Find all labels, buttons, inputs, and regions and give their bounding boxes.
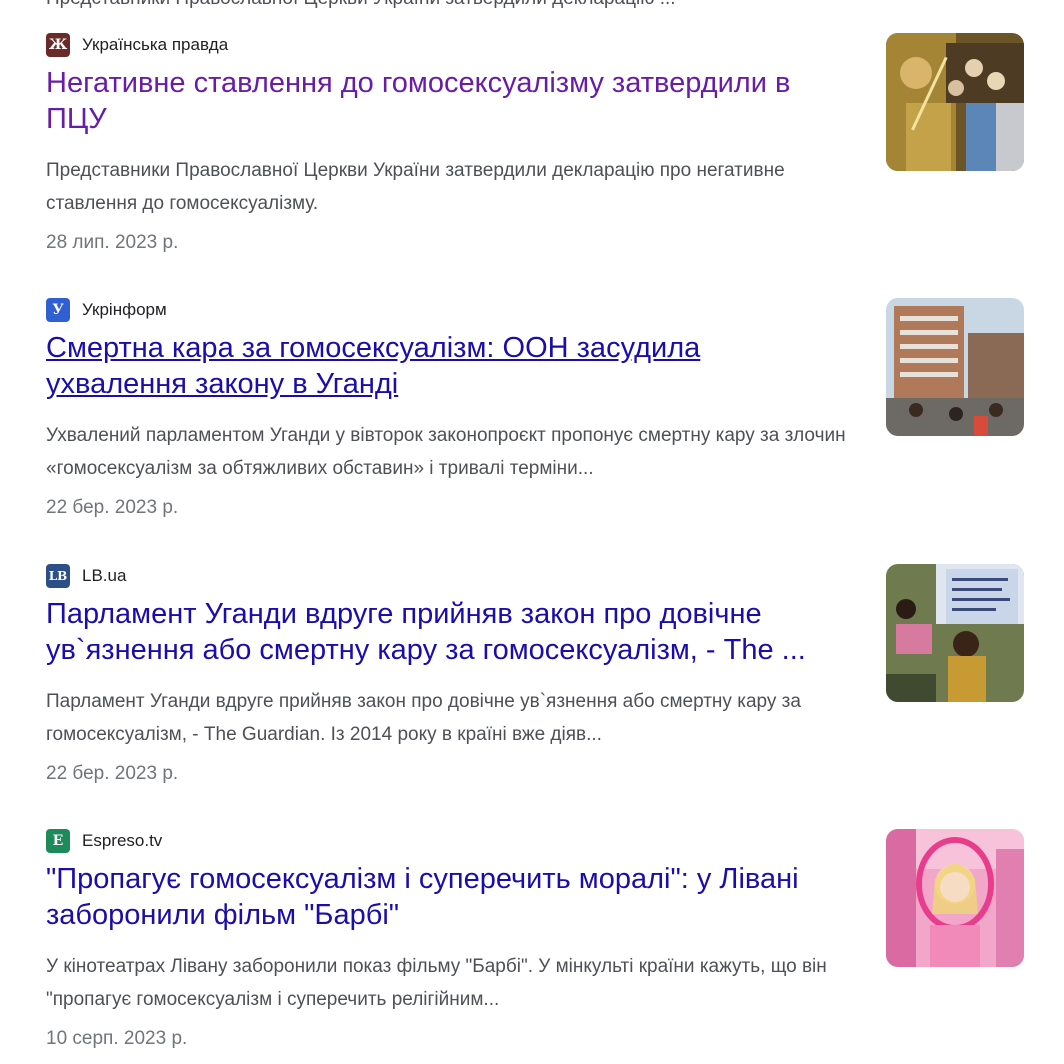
result-thumbnail[interactable] [886,33,1024,171]
result-date: 10 серп. 2023 р. [46,1028,188,1049]
source-name: Espreso.tv [82,831,163,850]
ukrinform-icon: У [46,298,70,322]
espreso-tv-icon: E [46,829,70,853]
result-snippet: Ухвалений парламентом Уганди у вівторок … [46,425,846,479]
search-result: LB LB.ua Парламент Уганди вдруге прийняв… [0,564,1064,794]
result-date: 22 бер. 2023 р. [46,497,179,518]
result-source[interactable]: LB LB.ua [46,564,126,588]
result-source[interactable]: Ж Українська правда [46,33,228,57]
result-title-link[interactable]: Смертна кара за гомосексуалізм: ООН засу… [46,330,846,402]
result-snippet: У кінотеатрах Лівану заборонили показ фі… [46,956,827,1010]
result-thumbnail[interactable] [886,298,1024,436]
result-thumbnail[interactable] [886,829,1024,967]
result-title-link[interactable]: "Пропагує гомосексуалізм і суперечить мо… [46,861,846,933]
ukrainska-pravda-icon: Ж [46,33,70,57]
source-name: Укрінформ [82,300,167,319]
source-name: LB.ua [82,566,127,585]
clipped-previous-snippet: Представники Православної Церкви України… [46,0,676,10]
result-snippet: Парламент Уганди вдруге прийняв закон пр… [46,691,801,745]
result-title-link[interactable]: Негативне ставлення до гомосексуалізму з… [46,65,846,137]
search-result: У Укрінформ Смертна кара за гомосексуалі… [0,298,1064,528]
result-date: 28 лип. 2023 р. [46,232,179,253]
result-snippet: Представники Православної Церкви України… [46,160,785,214]
result-thumbnail[interactable] [886,564,1024,702]
source-name: Українська правда [82,35,229,54]
result-source[interactable]: E Espreso.tv [46,829,162,853]
result-source[interactable]: У Укрінформ [46,298,167,322]
search-result: Ж Українська правда Негативне ставлення … [0,33,1064,263]
search-result: E Espreso.tv "Пропагує гомосексуалізм і … [0,829,1064,1064]
result-date: 22 бер. 2023 р. [46,763,179,784]
lb-ua-icon: LB [46,564,70,588]
result-title-link[interactable]: Парламент Уганди вдруге прийняв закон пр… [46,596,846,668]
